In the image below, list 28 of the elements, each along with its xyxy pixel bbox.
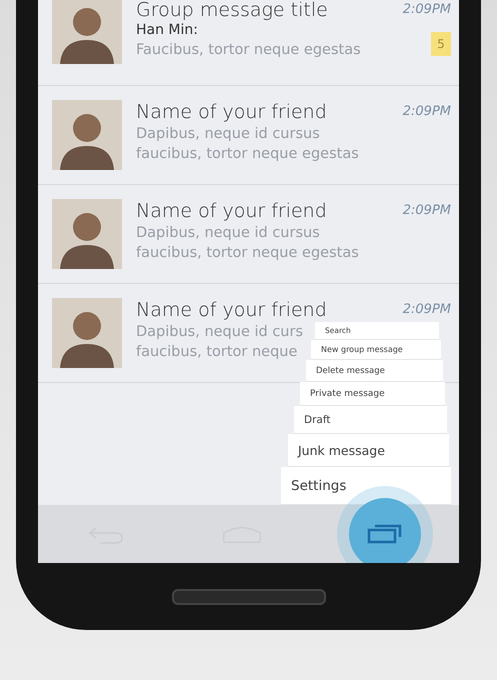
contact-name: Name of your friend xyxy=(136,298,328,322)
menu-item[interactable]: Settings xyxy=(281,467,451,505)
menu-item[interactable]: New group message xyxy=(311,340,441,360)
contact-name: Group message title xyxy=(136,0,329,20)
sender-name: Han Min: xyxy=(136,21,199,40)
recents-button[interactable] xyxy=(348,498,421,563)
avatar-icon xyxy=(52,199,122,269)
avatar-icon xyxy=(52,0,122,64)
contact-name: Name of your friend xyxy=(136,199,328,223)
message-preview: Dapibus, neque id curs xyxy=(136,323,304,342)
menu-item[interactable]: Junk message xyxy=(288,434,449,467)
message-preview: Dapibus, neque id cursus xyxy=(136,224,320,243)
message-preview: Dapibus, neque id cursus xyxy=(136,125,320,144)
unread-count: 5 xyxy=(431,32,451,56)
avatar-icon xyxy=(52,100,122,170)
contact-name: Name of your friend xyxy=(136,100,328,124)
menu-item[interactable]: Delete message xyxy=(306,360,443,382)
message-preview: faucibus, tortor neque egestas xyxy=(136,145,359,164)
message-time: 2:09PM xyxy=(402,1,451,19)
message-time: 2:09PM xyxy=(402,202,451,220)
avatar-icon xyxy=(52,298,122,368)
message-preview: faucibus, tortor neque egestas xyxy=(136,244,359,263)
menu-item[interactable]: Private message xyxy=(300,382,445,406)
message-time: 2:09PM xyxy=(402,301,451,319)
menu-item[interactable]: Draft xyxy=(294,406,447,434)
message-preview: Faucibus, tortor neque egestas xyxy=(136,41,361,60)
message-preview: faucibus, tortor neque xyxy=(136,343,298,362)
message-time: 2:09PM xyxy=(402,103,451,121)
